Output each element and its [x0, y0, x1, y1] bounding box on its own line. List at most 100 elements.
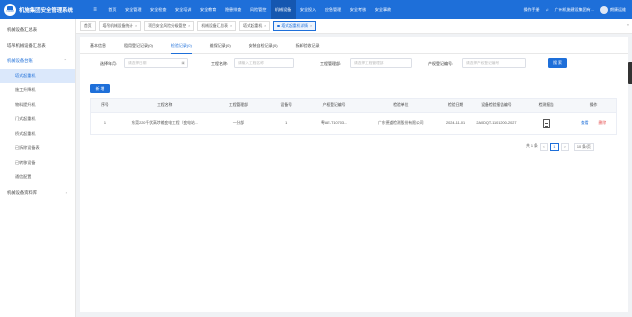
close-icon[interactable]: × — [264, 24, 266, 28]
nav-item[interactable]: 应急管理 — [321, 0, 346, 19]
sidebar-item[interactable]: 机械设备资料库 › — [0, 185, 75, 201]
username[interactable]: 朗康运维 — [610, 7, 626, 13]
page-tab[interactable]: 塔吊机械设备统计 × — [98, 21, 142, 31]
prev-page-button[interactable]: < — [539, 142, 548, 151]
chevron-up-icon: ⌃ — [63, 58, 67, 63]
sidebar-subitem[interactable]: 门式起重机 — [0, 112, 75, 127]
document-icon[interactable] — [542, 119, 550, 128]
manager-filter-label: 工程管理部: — [320, 61, 342, 66]
close-icon[interactable]: × — [230, 24, 232, 28]
top-bar: 中国建筑 机施集团安全管理系统 ≡ 首页 安全管理 安全检查 安全培训 安全教育 隐患排查… — [0, 0, 632, 19]
date-filter-label: 选择年月: — [100, 61, 118, 66]
close-icon[interactable]: × — [135, 24, 137, 28]
tabs-more-icon[interactable]: » — [627, 22, 629, 27]
sidebar-subitem[interactable]: 施工升降机 — [0, 83, 75, 98]
property-filter-label: 产权登记编号: — [428, 61, 454, 66]
bell-icon[interactable]: ♫ — [546, 7, 549, 12]
view-button[interactable]: 查看 — [581, 121, 589, 126]
detail-subtabs: 基本信息 租用登记记录(0) 检验记录(0) 维保记录(0) 安装自检记录(0) 拆卸验收… — [80, 37, 628, 54]
add-button[interactable]: 新 增 — [90, 84, 110, 93]
detail-tab[interactable]: 安装自检记录(0) — [249, 37, 278, 54]
close-icon[interactable]: × — [310, 24, 312, 28]
nav-item[interactable]: 机械设备 — [270, 0, 296, 19]
cell-report — [521, 113, 571, 134]
avatar[interactable] — [600, 5, 608, 14]
delete-button[interactable]: 删除 — [599, 121, 607, 126]
column-header: 检验单位 — [393, 103, 409, 107]
filter-bar: 选择年月: 请选择日期 ▣ 工程名称: 请输入工程名称 工程管理部: 请选择工程… — [80, 58, 628, 72]
sidebar-subitem[interactable]: 物料提升机 — [0, 98, 75, 113]
nav-item[interactable]: 风险管控 — [246, 0, 271, 19]
sidebar-subitem[interactable]: 已转移设备 — [0, 156, 75, 171]
main-content: 基本信息 租用登记记录(0) 检验记录(0) 维保记录(0) 安装自检记录(0) 拆卸验收… — [80, 37, 628, 312]
top-nav: 首页 安全管理 安全检查 安全培训 安全教育 隐患排查 风险管控 机械设备 安全投入 应急管理 安全… — [104, 0, 395, 19]
cell-unit: 广东德道检测股份有限公司 — [378, 121, 424, 125]
search-button[interactable]: 搜 索 — [548, 58, 567, 68]
nav-item[interactable]: 隐患排查 — [221, 0, 246, 19]
nav-item[interactable]: 安全投入 — [296, 0, 321, 19]
column-header: 操作 — [589, 103, 598, 107]
page-size-select[interactable]: 10 条/页 — [573, 142, 594, 151]
nav-item[interactable]: 首页 — [104, 0, 121, 19]
menu-toggle-icon[interactable]: ≡ — [86, 7, 104, 13]
table-row: 1 东莞220千伏高埗输变电工程（变电站... 一分部 1 粤AE-T10703... 广… — [90, 113, 617, 135]
app-title: 机施集团安全管理系统 — [19, 7, 73, 14]
column-header: 检验日期 — [447, 103, 464, 107]
sidebar-item[interactable]: 塔吊机械设备汇总表 — [0, 38, 75, 54]
logo-emblem-icon: 中国建筑 — [4, 3, 16, 16]
column-header: 工程名称 — [157, 103, 173, 107]
calendar-icon: ▣ — [181, 61, 185, 65]
cell-property-no: 粤AE-T10703... — [320, 121, 348, 125]
page-tab[interactable]: 首页 — [80, 21, 96, 31]
close-icon[interactable]: × — [188, 24, 190, 28]
date-filter-input[interactable]: 请选择日期 ▣ — [124, 58, 188, 68]
column-header: 产权登记编号 — [322, 103, 346, 107]
nav-item[interactable]: 安全管理 — [121, 0, 146, 19]
nav-item[interactable]: 安全考核 — [346, 0, 371, 19]
detail-tab[interactable]: 维保记录(0) — [210, 37, 231, 54]
detail-tab[interactable]: 检验记录(0) — [170, 37, 192, 54]
column-header: 设备号 — [280, 103, 292, 107]
table-header: 序号 工程名称 工程管理部 设备号 产权登记编号 检验单位 检验日期 设备检验报告编号 检测报告… — [90, 98, 617, 113]
sidebar: 机械设备汇总表 塔吊机械设备汇总表 机械设备台账 ⌃ 塔式起重机 施工升降机 物料提升机 门式… — [0, 19, 76, 317]
tabs-bar: 首页 塔吊机械设备统计 × 项目安全风险分级管控 × 机械设备汇总表 × 塔式起重机 × 塔式起重… — [76, 19, 632, 34]
sidebar-subitem[interactable]: 通信配置 — [0, 170, 75, 185]
column-header: 序号 — [101, 103, 109, 107]
nav-item[interactable]: 安全事故 — [370, 0, 395, 19]
nav-item[interactable]: 安全检查 — [146, 0, 171, 19]
records-table: 序号 工程名称 工程管理部 设备号 产权登记编号 检验单位 检验日期 设备检验报告编号 检测报告… — [90, 98, 617, 135]
pagination: 共 1 条 < 1 > 10 条/页 — [526, 142, 594, 151]
cell-device-no: 1 — [285, 121, 288, 125]
sidebar-item[interactable]: 机械设备台账 ⌃ — [0, 53, 75, 69]
cell-project: 东莞220千伏高埗输变电工程（变电站... — [131, 121, 198, 125]
nav-item[interactable]: 安全培训 — [171, 0, 196, 19]
project-name-input[interactable]: 请输入工程名称 — [234, 58, 294, 68]
detail-tab[interactable]: 基本信息 — [90, 37, 106, 54]
total-count: 共 1 条 — [526, 144, 538, 148]
detail-tab[interactable]: 租用登记记录(0) — [124, 37, 153, 54]
app-logo[interactable]: 中国建筑 机施集团安全管理系统 — [0, 0, 76, 19]
sidebar-subitem[interactable]: 塔式起重机 — [0, 68, 75, 83]
detail-tab[interactable]: 拆卸验收记录 — [296, 37, 320, 54]
sidebar-subitem[interactable]: 桥式起重机 — [0, 127, 75, 142]
active-dot-icon — [277, 24, 280, 28]
sidebar-subitem[interactable]: 已拆除设备表 — [0, 141, 75, 156]
project-filter-label: 工程名称: — [211, 61, 229, 66]
operation-manual-link[interactable]: 操作手册 — [524, 7, 540, 13]
page-number-button[interactable]: 1 — [549, 142, 559, 151]
column-header: 工程管理部 — [228, 103, 248, 107]
side-drawer-handle[interactable] — [628, 62, 632, 84]
sidebar-item[interactable]: 机械设备汇总表 — [0, 22, 75, 38]
nav-item[interactable]: 安全教育 — [196, 0, 221, 19]
cell-date: 2024-11-01 — [446, 121, 466, 125]
page-tab[interactable]: 塔式起重机详情 × — [273, 21, 317, 31]
page-tab[interactable]: 机械设备汇总表 × — [197, 21, 237, 31]
page-tab[interactable]: 塔式起重机 × — [239, 21, 271, 31]
page-tab[interactable]: 项目安全风险分级管控 × — [144, 21, 195, 31]
manager-select[interactable]: 请选择工程管理部 — [350, 58, 412, 68]
next-page-button[interactable]: > — [560, 142, 569, 151]
cell-report-no: 2A0DQT-1101200-2027 — [476, 121, 517, 125]
company-selector[interactable]: 广州机施建设集团有... — [555, 7, 594, 13]
column-header: 检测报告 — [538, 103, 554, 107]
property-no-select[interactable]: 请选择产权登记编号 — [462, 58, 526, 68]
